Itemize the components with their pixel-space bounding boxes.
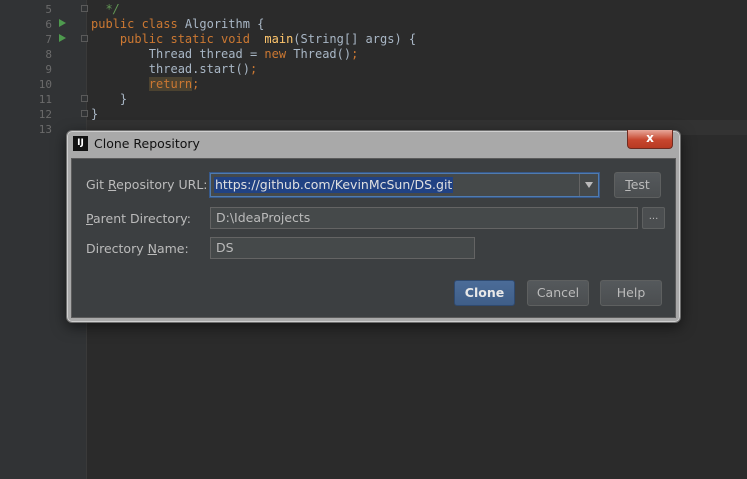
line-number: 8 [45, 48, 52, 61]
label-text: arent Directory: [92, 211, 191, 226]
label-mnemonic: R [108, 177, 117, 192]
label-mnemonic: P [86, 211, 93, 226]
dialog-title: Clone Repository [94, 136, 200, 151]
dialog-titlebar[interactable]: IJ Clone Repository x [67, 130, 680, 157]
code-token: ; [192, 77, 200, 91]
parent-directory-label: Parent Directory: [86, 211, 191, 226]
fold-marker-icon[interactable] [81, 5, 88, 12]
code-line: return; [91, 77, 199, 92]
code-token: ; [249, 62, 258, 76]
code-token: Thread() [293, 47, 352, 61]
line-number: 5 [45, 3, 52, 16]
code-token: return [148, 77, 193, 91]
code-token: } [91, 92, 128, 106]
git-repository-url-label: Git Repository URL: [86, 177, 208, 192]
label-text: Git [86, 177, 109, 192]
code-token: public static void [91, 32, 265, 46]
fold-marker-icon[interactable] [81, 110, 88, 117]
label-mnemonic: N [147, 241, 157, 256]
git-repository-url-value[interactable]: https://github.com/KevinMcSun/DS.git [214, 177, 454, 193]
directory-name-input[interactable]: DS [210, 237, 475, 259]
code-token: ; [351, 47, 359, 61]
code-line: } [91, 92, 127, 107]
label-text: est [630, 177, 650, 192]
chevron-down-icon[interactable] [579, 174, 598, 196]
run-class-icon[interactable] [59, 19, 66, 27]
fold-marker-icon[interactable] [81, 95, 88, 102]
line-number: 11 [38, 93, 52, 106]
code-token: (String[] args) { [293, 32, 417, 46]
line-number: 13 [38, 123, 52, 136]
fold-marker-icon[interactable] [81, 35, 88, 42]
test-button[interactable]: Test [614, 172, 661, 198]
line-number: 6 [45, 18, 52, 31]
line-number: 7 [45, 33, 52, 46]
code-line: public static void main(String[] args) { [91, 32, 416, 47]
run-main-icon[interactable] [59, 34, 66, 42]
parent-directory-input[interactable]: D:\IdeaProjects [210, 207, 638, 229]
code-token: thread.start() [91, 62, 250, 76]
close-button[interactable]: x [627, 130, 673, 149]
code-line: */ [91, 2, 120, 17]
label-text: ame: [156, 241, 189, 256]
cancel-button[interactable]: Cancel [527, 280, 589, 306]
code-token: Thread thread = [91, 47, 265, 61]
help-button[interactable]: Help [600, 280, 662, 306]
code-token: new [264, 47, 294, 61]
line-number: 9 [45, 63, 52, 76]
line-number: 12 [38, 108, 52, 121]
code-line: } [91, 107, 98, 122]
label-text: epository URL: [116, 177, 208, 192]
code-token: Algorithm { [184, 17, 265, 31]
clone-button[interactable]: Clone [454, 280, 515, 306]
code-token: */ [105, 2, 120, 16]
label-text: Directory [86, 241, 148, 256]
code-token: } [91, 107, 99, 121]
code-line: thread.start(); [91, 62, 257, 77]
code-line: public class Algorithm { [91, 17, 264, 32]
code-line: Thread thread = new Thread(); [91, 47, 359, 62]
code-token: main [264, 32, 294, 46]
close-icon: x [646, 131, 654, 145]
intellij-app-icon: IJ [73, 136, 88, 151]
line-number: 10 [38, 78, 52, 91]
directory-name-label: Directory Name: [86, 241, 189, 256]
code-token: public class [91, 17, 185, 31]
dialog-body: Git Repository URL: https://github.com/K… [71, 158, 676, 318]
git-repository-url-combobox[interactable]: https://github.com/KevinMcSun/DS.git [210, 173, 599, 197]
browse-button[interactable]: ... [642, 207, 665, 229]
clone-repository-dialog: IJ Clone Repository x Git Repository URL… [66, 130, 681, 323]
